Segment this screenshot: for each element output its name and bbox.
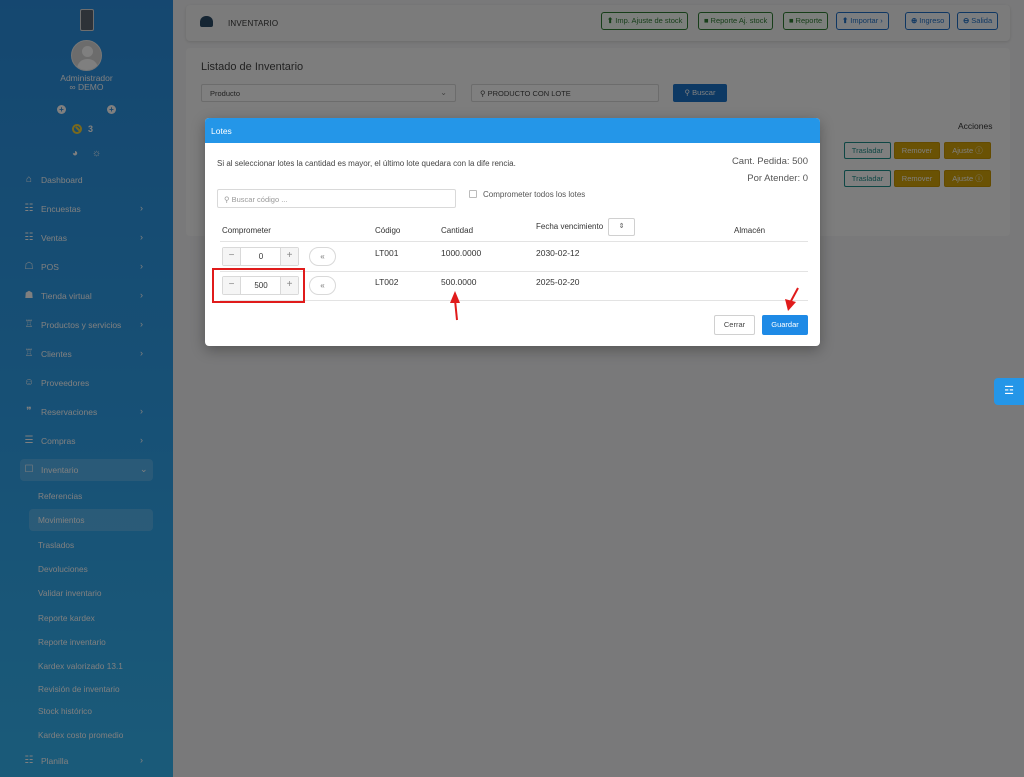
row-codigo: LT002 xyxy=(375,277,399,287)
highlight-box xyxy=(212,268,305,303)
double-chevron-left-icon[interactable]: « xyxy=(309,247,336,266)
th-cantidad: Cantidad xyxy=(441,226,474,235)
comprometer-todos-checkbox[interactable] xyxy=(469,190,477,198)
sort-icon[interactable]: ⇕ xyxy=(608,218,635,236)
minus-icon[interactable]: − xyxy=(223,248,241,265)
double-chevron-left-icon[interactable]: « xyxy=(309,276,336,295)
guardar-button[interactable]: Guardar xyxy=(762,315,808,335)
modal-message: Si al seleccionar lotes la cantidad es m… xyxy=(217,159,516,168)
quantity-value[interactable]: 0 xyxy=(242,248,280,265)
quantity-stepper[interactable]: − 0 + xyxy=(222,247,299,266)
th-fecha: Fecha vencimiento xyxy=(536,222,604,231)
th-codigo: Código xyxy=(375,226,401,235)
th-almacen: Almacén xyxy=(734,226,766,235)
modal-header: Lotes xyxy=(205,118,820,143)
plus-icon[interactable]: + xyxy=(280,248,298,265)
divider xyxy=(220,300,808,301)
cerrar-button[interactable]: Cerrar xyxy=(714,315,755,335)
divider xyxy=(220,271,808,272)
row-cantidad: 1000.0000 xyxy=(441,248,482,258)
row-fecha: 2025-02-20 xyxy=(536,277,580,287)
search-icon: ⚲ xyxy=(224,195,230,204)
th-comprometer: Comprometer xyxy=(222,226,271,235)
cant-pedida: Cant. Pedida: 500 xyxy=(731,156,808,167)
codigo-search-input[interactable]: ⚲ Buscar código ... xyxy=(217,189,456,208)
modal-title: Lotes xyxy=(211,126,232,136)
lotes-modal: Lotes Si al seleccionar lotes la cantida… xyxy=(205,118,820,346)
row-codigo: LT001 xyxy=(375,248,399,258)
divider xyxy=(220,241,808,242)
comprometer-todos-label: Comprometer todos los lotes xyxy=(483,190,586,199)
row-cantidad: 500.0000 xyxy=(441,277,477,287)
por-atender: Por Atender: 0 xyxy=(747,173,808,184)
modal-backdrop[interactable] xyxy=(0,0,1024,777)
paint-roller-icon[interactable]: ☲ xyxy=(994,378,1024,405)
row-fecha: 2030-02-12 xyxy=(536,248,580,258)
